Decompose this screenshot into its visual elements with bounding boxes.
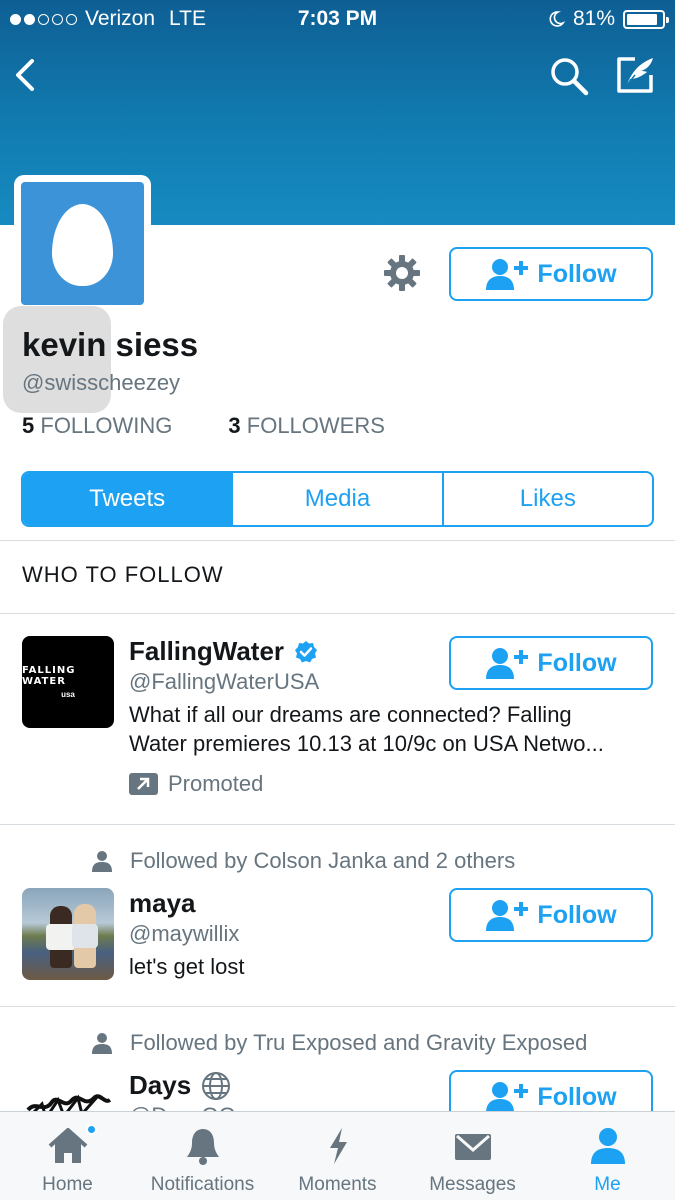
profile-avatar[interactable] [14,175,151,312]
promoted-arrow-icon [129,773,158,795]
tab-label: Messages [429,1174,516,1195]
bottom-tab-bar: Home Notifications Moments Messages Me [0,1111,675,1200]
divider [0,824,675,825]
profile-stats: 5 FOLLOWING 3 FOLLOWERS [22,413,385,439]
search-icon[interactable] [548,55,590,97]
back-chevron-icon[interactable] [10,55,46,95]
followers-link[interactable]: 3 FOLLOWERS [228,413,385,439]
social-context: Followed by Colson Janka and 2 others [90,848,515,874]
verified-badge-icon [295,640,318,662]
divider [0,540,675,541]
account-name-text: FallingWater [129,636,285,666]
account-handle: @maywillix [129,921,240,946]
social-context: Followed by Tru Exposed and Gravity Expo… [90,1030,587,1056]
profile-handle: @swisscheezey [22,370,181,395]
account-name[interactable]: Days [129,1070,231,1101]
tab-home[interactable]: Home [0,1112,135,1200]
tab-me[interactable]: Me [540,1112,675,1200]
tab-label: Home [42,1174,93,1195]
follow-label: Follow [537,900,617,929]
social-context-text: Followed by Colson Janka and 2 others [130,848,516,873]
account-handle: @FallingWaterUSA [129,669,320,694]
follow-label: Follow [537,1082,617,1111]
globe-icon [202,1071,231,1100]
followers-label: FOLLOWERS [246,413,385,438]
follow-button-maya[interactable]: Follow [449,888,653,942]
follow-label: Follow [537,648,617,677]
egg-avatar-image [21,182,144,305]
usa-network-logo: usa [61,690,75,699]
status-right: 81% [547,7,669,31]
lightning-icon [329,1128,347,1164]
promoted-label: Promoted [168,771,264,796]
followers-count: 3 [228,413,241,438]
envelope-icon [454,1134,491,1160]
gear-icon[interactable] [383,254,421,292]
add-user-icon [486,900,529,931]
compose-tweet-icon[interactable] [613,53,657,97]
profile-follow-button[interactable]: Follow [449,247,653,301]
person-icon [92,851,112,872]
tab-label: Notifications [150,1174,255,1195]
tab-tweets[interactable]: Tweets [23,473,234,525]
person-icon [590,1128,625,1164]
tab-moments[interactable]: Moments [270,1112,405,1200]
follow-label: Follow [537,259,617,288]
account-name-text: Days [129,1070,192,1100]
battery-percent: 81% [572,7,615,30]
profile-tabs: Tweets Media Likes [21,471,654,527]
account-name[interactable]: maya [129,888,196,919]
account-bio: let's get lost [129,954,245,979]
tab-label: Moments [298,1174,377,1195]
follow-button-fallingwater[interactable]: Follow [449,636,653,690]
tab-messages[interactable]: Messages [405,1112,540,1200]
moon-icon [549,11,565,27]
divider [0,1006,675,1007]
home-icon [48,1128,87,1163]
fallingwater-avatar[interactable]: FALLING WATER usa [22,636,114,728]
social-context-text: Followed by Tru Exposed and Gravity Expo… [130,1030,588,1055]
avatar-wordmark: FALLING WATER [22,665,76,687]
account-bio: What if all our dreams are connected? Fa… [129,700,659,758]
bio-line: What if all our dreams are connected? Fa… [129,702,572,727]
add-user-icon [486,1082,529,1113]
add-user-icon [486,259,529,290]
tab-notifications[interactable]: Notifications [135,1112,270,1200]
following-link[interactable]: 5 FOLLOWING [22,413,172,439]
tab-likes[interactable]: Likes [444,473,652,525]
account-name[interactable]: FallingWater [129,636,318,667]
divider [0,613,675,614]
bio-line: Water premieres 10.13 at 10/9c on USA Ne… [129,731,604,756]
following-label: FOLLOWING [40,413,173,438]
following-count: 5 [22,413,35,438]
egg-icon [52,204,113,286]
tab-media[interactable]: Media [233,473,444,525]
profile-name: kevin siess [22,326,199,363]
promoted-tag: Promoted [129,771,263,797]
bell-icon [186,1129,219,1165]
notification-dot [86,1124,97,1135]
maya-avatar[interactable] [22,888,114,980]
add-user-icon [486,648,529,679]
battery-icon [623,9,669,29]
tab-label: Me [594,1174,621,1195]
status-bar: Verizon LTE 7:03 PM 81% [0,0,675,40]
who-to-follow-heading: WHO TO FOLLOW [22,562,224,587]
person-icon [92,1033,112,1054]
